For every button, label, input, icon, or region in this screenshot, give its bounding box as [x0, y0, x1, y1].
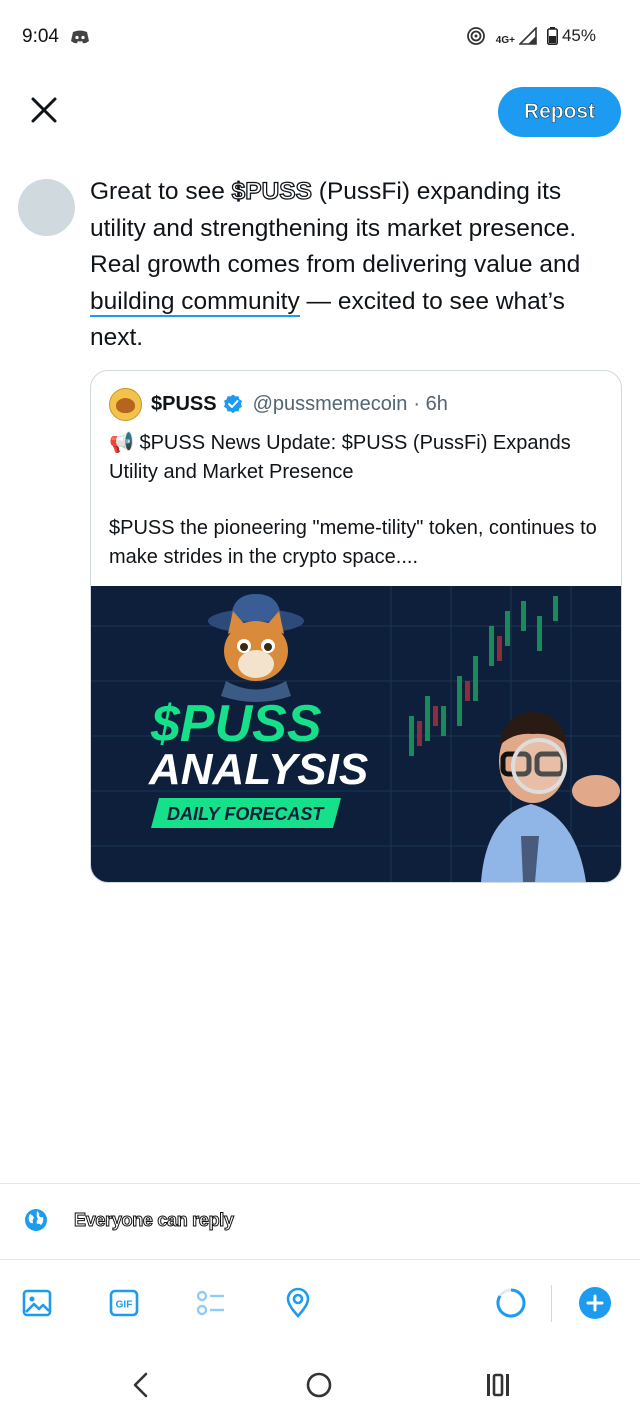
quoted-post-header: $PUSS @pussmemecoin · 6h	[109, 387, 448, 421]
verified-badge-icon	[223, 394, 242, 414]
quoted-media-image[interactable]: $PUSS ANALYSIS DAILY FORECAST	[91, 586, 621, 882]
highlighted-phrase[interactable]: building community	[90, 287, 300, 317]
network-type: 4G+	[495, 34, 515, 46]
reply-setting-label: Everyone can reply	[74, 1209, 235, 1230]
repost-button[interactable]: Repost	[498, 87, 621, 137]
add-post-icon[interactable]	[579, 1287, 611, 1319]
location-icon[interactable]	[282, 1287, 314, 1319]
toolbar-separator	[551, 1285, 552, 1322]
quoted-post[interactable]: $PUSS @pussmemecoin · 6h 📢 $PUSS News Up…	[90, 370, 622, 883]
signal-icon	[518, 27, 537, 45]
close-icon[interactable]	[26, 92, 62, 128]
quoted-text: 📢 $PUSS News Update: $PUSS (PussFi) Expa…	[109, 429, 609, 571]
quoted-author-name: $PUSS	[151, 392, 217, 415]
status-icons: 4G+ 45%	[466, 26, 596, 46]
battery-icon	[546, 27, 558, 45]
cashtag[interactable]: $PUSS	[231, 177, 313, 205]
quoted-body: $PUSS the pioneering "meme-tility" token…	[109, 517, 597, 568]
divider	[0, 1259, 640, 1260]
poll-icon[interactable]	[195, 1287, 227, 1319]
svg-text:GIF: GIF	[116, 1300, 133, 1311]
quoted-time: · 6h	[413, 392, 448, 415]
battery-level: 45%	[561, 26, 596, 45]
nav-recents-icon[interactable]	[481, 1368, 515, 1402]
battery-indicator: 45%	[546, 26, 596, 46]
image-icon[interactable]	[21, 1287, 53, 1319]
discord-icon	[71, 30, 89, 44]
post-text-start: Great to see	[90, 178, 232, 205]
quoted-avatar	[109, 387, 142, 421]
globe-icon	[25, 1209, 47, 1231]
reply-settings[interactable]: Everyone can reply	[24, 1208, 234, 1232]
gif-icon[interactable]: GIF	[108, 1287, 140, 1319]
nav-home-icon[interactable]	[302, 1368, 336, 1402]
status-bar: 9:04 4G+ 45%	[0, 0, 640, 76]
nav-back-icon[interactable]	[124, 1368, 158, 1402]
image-badge: DAILY FORECAST	[167, 804, 325, 824]
quoted-headline: 📢 $PUSS News Update: $PUSS (PussFi) Expa…	[109, 432, 571, 483]
post-text[interactable]: Great to see $PUSS (PussFi) expanding it…	[90, 174, 620, 357]
status-time: 9:04	[22, 26, 59, 47]
character-count-icon	[496, 1288, 526, 1318]
hotspot-icon	[466, 27, 485, 45]
quoted-handle: @pussmemecoin	[252, 392, 408, 415]
divider	[0, 1183, 640, 1184]
image-subtitle: ANALYSIS	[148, 745, 368, 794]
avatar[interactable]	[18, 179, 75, 236]
